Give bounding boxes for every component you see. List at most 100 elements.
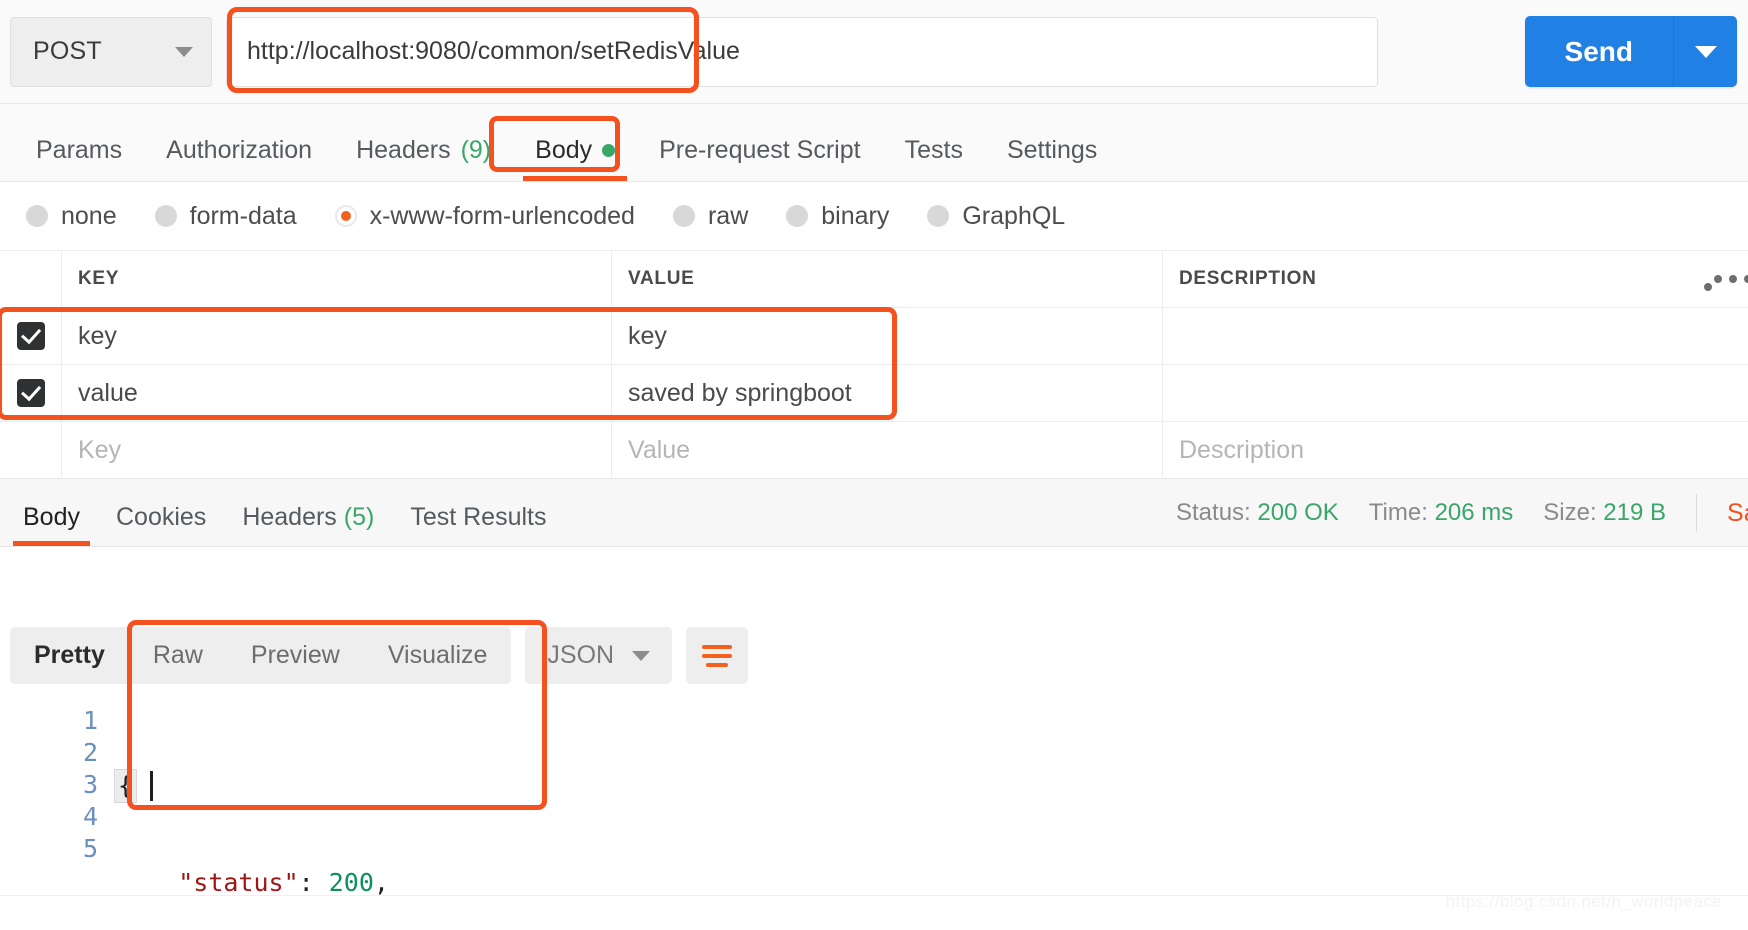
send-button-group: Send (1524, 16, 1737, 87)
row-checkbox-checked[interactable] (16, 379, 45, 407)
body-params-table: KEY VALUE DESCRIPTION key key value save… (0, 250, 1748, 479)
divider (1696, 494, 1698, 532)
http-method-select[interactable]: POST (10, 16, 212, 87)
tab-label: Params (36, 136, 123, 164)
size-badge: Size: 219 B (1543, 499, 1666, 527)
row-description-cell[interactable] (1163, 365, 1748, 421)
send-options-button[interactable] (1673, 16, 1737, 87)
tab-tests[interactable]: Tests (883, 136, 985, 181)
column-header-description: DESCRIPTION (1179, 268, 1317, 289)
response-tab-headers[interactable]: Headers (5) (224, 503, 392, 546)
row-description-value (1163, 365, 1748, 421)
json-number: 200 (328, 868, 374, 897)
row-checkbox-cell (0, 308, 62, 364)
row-key-cell[interactable]: value (62, 365, 612, 421)
view-mode-pretty[interactable]: Pretty (10, 627, 129, 684)
tab-label: Headers (356, 136, 451, 164)
response-code-viewer[interactable]: 1 2 3 4 5 { "status": 200, "description"… (0, 700, 1748, 897)
save-response-button[interactable]: Save (1727, 499, 1748, 528)
tab-label: Cookies (115, 503, 207, 531)
header-cell-description: DESCRIPTION (1163, 251, 1748, 307)
row-value-value: key (628, 321, 667, 350)
tab-count: (5) (343, 503, 375, 531)
tab-pre-request-script[interactable]: Pre-request Script (637, 136, 882, 181)
url-input[interactable]: http://localhost:9080/common/setRedisVal… (226, 16, 1378, 87)
tab-authorization[interactable]: Authorization (144, 136, 334, 181)
response-tab-cookies[interactable]: Cookies (98, 503, 224, 546)
code-content: { "status": 200, "description": "操作成功", … (114, 700, 549, 897)
view-mode-raw[interactable]: Raw (129, 627, 227, 684)
watermark: https://blog.csdn.net/h_worldpeace (1445, 892, 1722, 911)
body-type-label: none (61, 201, 117, 230)
body-type-label: raw (707, 201, 749, 230)
new-row-key-placeholder: Key (78, 435, 122, 464)
row-checkbox-cell (0, 422, 62, 478)
body-type-urlencoded[interactable]: x-www-form-urlencoded (334, 201, 635, 231)
send-button[interactable]: Send (1524, 16, 1673, 87)
chevron-down-icon (632, 650, 651, 661)
new-row-value-cell[interactable]: Value (612, 422, 1163, 478)
row-value-value: saved by springboot (628, 378, 852, 407)
code-line: { (114, 769, 549, 803)
radio-icon (26, 205, 48, 227)
column-header-key: KEY (78, 268, 120, 289)
tab-body[interactable]: Body (513, 136, 637, 181)
new-row-description-placeholder: Description (1179, 435, 1305, 464)
row-checkbox-checked[interactable] (16, 322, 45, 350)
text-cursor (150, 771, 153, 801)
status-value: 200 OK (1257, 499, 1339, 526)
size-label: Size: (1543, 499, 1597, 526)
row-value-cell[interactable]: key (612, 308, 1163, 364)
table-row[interactable]: value saved by springboot (0, 365, 1748, 422)
tab-headers[interactable]: Headers (9) (334, 136, 513, 181)
row-value-cell[interactable]: saved by springboot (612, 365, 1163, 421)
response-tab-test-results[interactable]: Test Results (392, 503, 564, 546)
row-description-cell[interactable] (1163, 308, 1748, 364)
header-cell-check (0, 251, 62, 307)
table-row-empty[interactable]: Key Value Description (0, 422, 1748, 479)
line-number: 1 (82, 706, 98, 735)
column-header-value: VALUE (628, 268, 695, 289)
tab-label: Headers (242, 503, 337, 531)
new-row-value-placeholder: Value (628, 435, 691, 464)
line-number: 5 (82, 834, 98, 863)
response-format-label: JSON (547, 641, 615, 669)
row-checkbox-cell (0, 365, 62, 421)
body-type-form-data[interactable]: form-data (154, 202, 297, 231)
tab-label: Authorization (166, 136, 313, 164)
request-tab-bar: Params Authorization Headers (9) Body Pr… (0, 104, 1748, 182)
body-present-dot-icon (602, 144, 616, 157)
radio-selected-icon (334, 205, 357, 227)
table-row[interactable]: key key (0, 308, 1748, 365)
new-row-key-cell[interactable]: Key (62, 422, 612, 478)
response-format-select[interactable]: JSON (525, 627, 673, 684)
body-type-none[interactable]: none (26, 202, 117, 231)
new-row-description-cell[interactable]: Description (1163, 422, 1748, 478)
view-mode-visualize[interactable]: Visualize (364, 627, 512, 684)
body-type-raw[interactable]: raw (672, 201, 749, 231)
body-type-label: binary (821, 201, 890, 230)
ellipsis-icon[interactable] (1704, 275, 1748, 291)
body-type-binary[interactable]: binary (786, 202, 889, 231)
size-value: 219 B (1603, 499, 1667, 526)
status-badge: Status: 200 OK (1176, 499, 1339, 527)
radio-icon (927, 205, 950, 227)
line-number-gutter: 1 2 3 4 5 (0, 700, 118, 890)
table-header-row: KEY VALUE DESCRIPTION (0, 251, 1748, 308)
response-tab-body[interactable]: Body (5, 503, 98, 546)
tab-label: Tests (904, 136, 963, 164)
radio-icon (154, 205, 177, 227)
tab-settings[interactable]: Settings (985, 136, 1119, 181)
time-badge: Time: 206 ms (1369, 499, 1513, 527)
time-label: Time: (1368, 499, 1428, 526)
body-type-graphql[interactable]: GraphQL (927, 202, 1065, 231)
row-key-value: key (78, 321, 117, 350)
row-key-cell[interactable]: key (62, 308, 612, 364)
word-wrap-icon[interactable] (686, 627, 749, 684)
header-cell-value: VALUE (612, 251, 1163, 307)
view-mode-preview[interactable]: Preview (227, 627, 364, 684)
line-number: 3 (82, 770, 98, 799)
radio-icon (672, 205, 695, 227)
tab-params[interactable]: Params (14, 136, 144, 181)
body-type-label: x-www-form-urlencoded (369, 201, 635, 230)
